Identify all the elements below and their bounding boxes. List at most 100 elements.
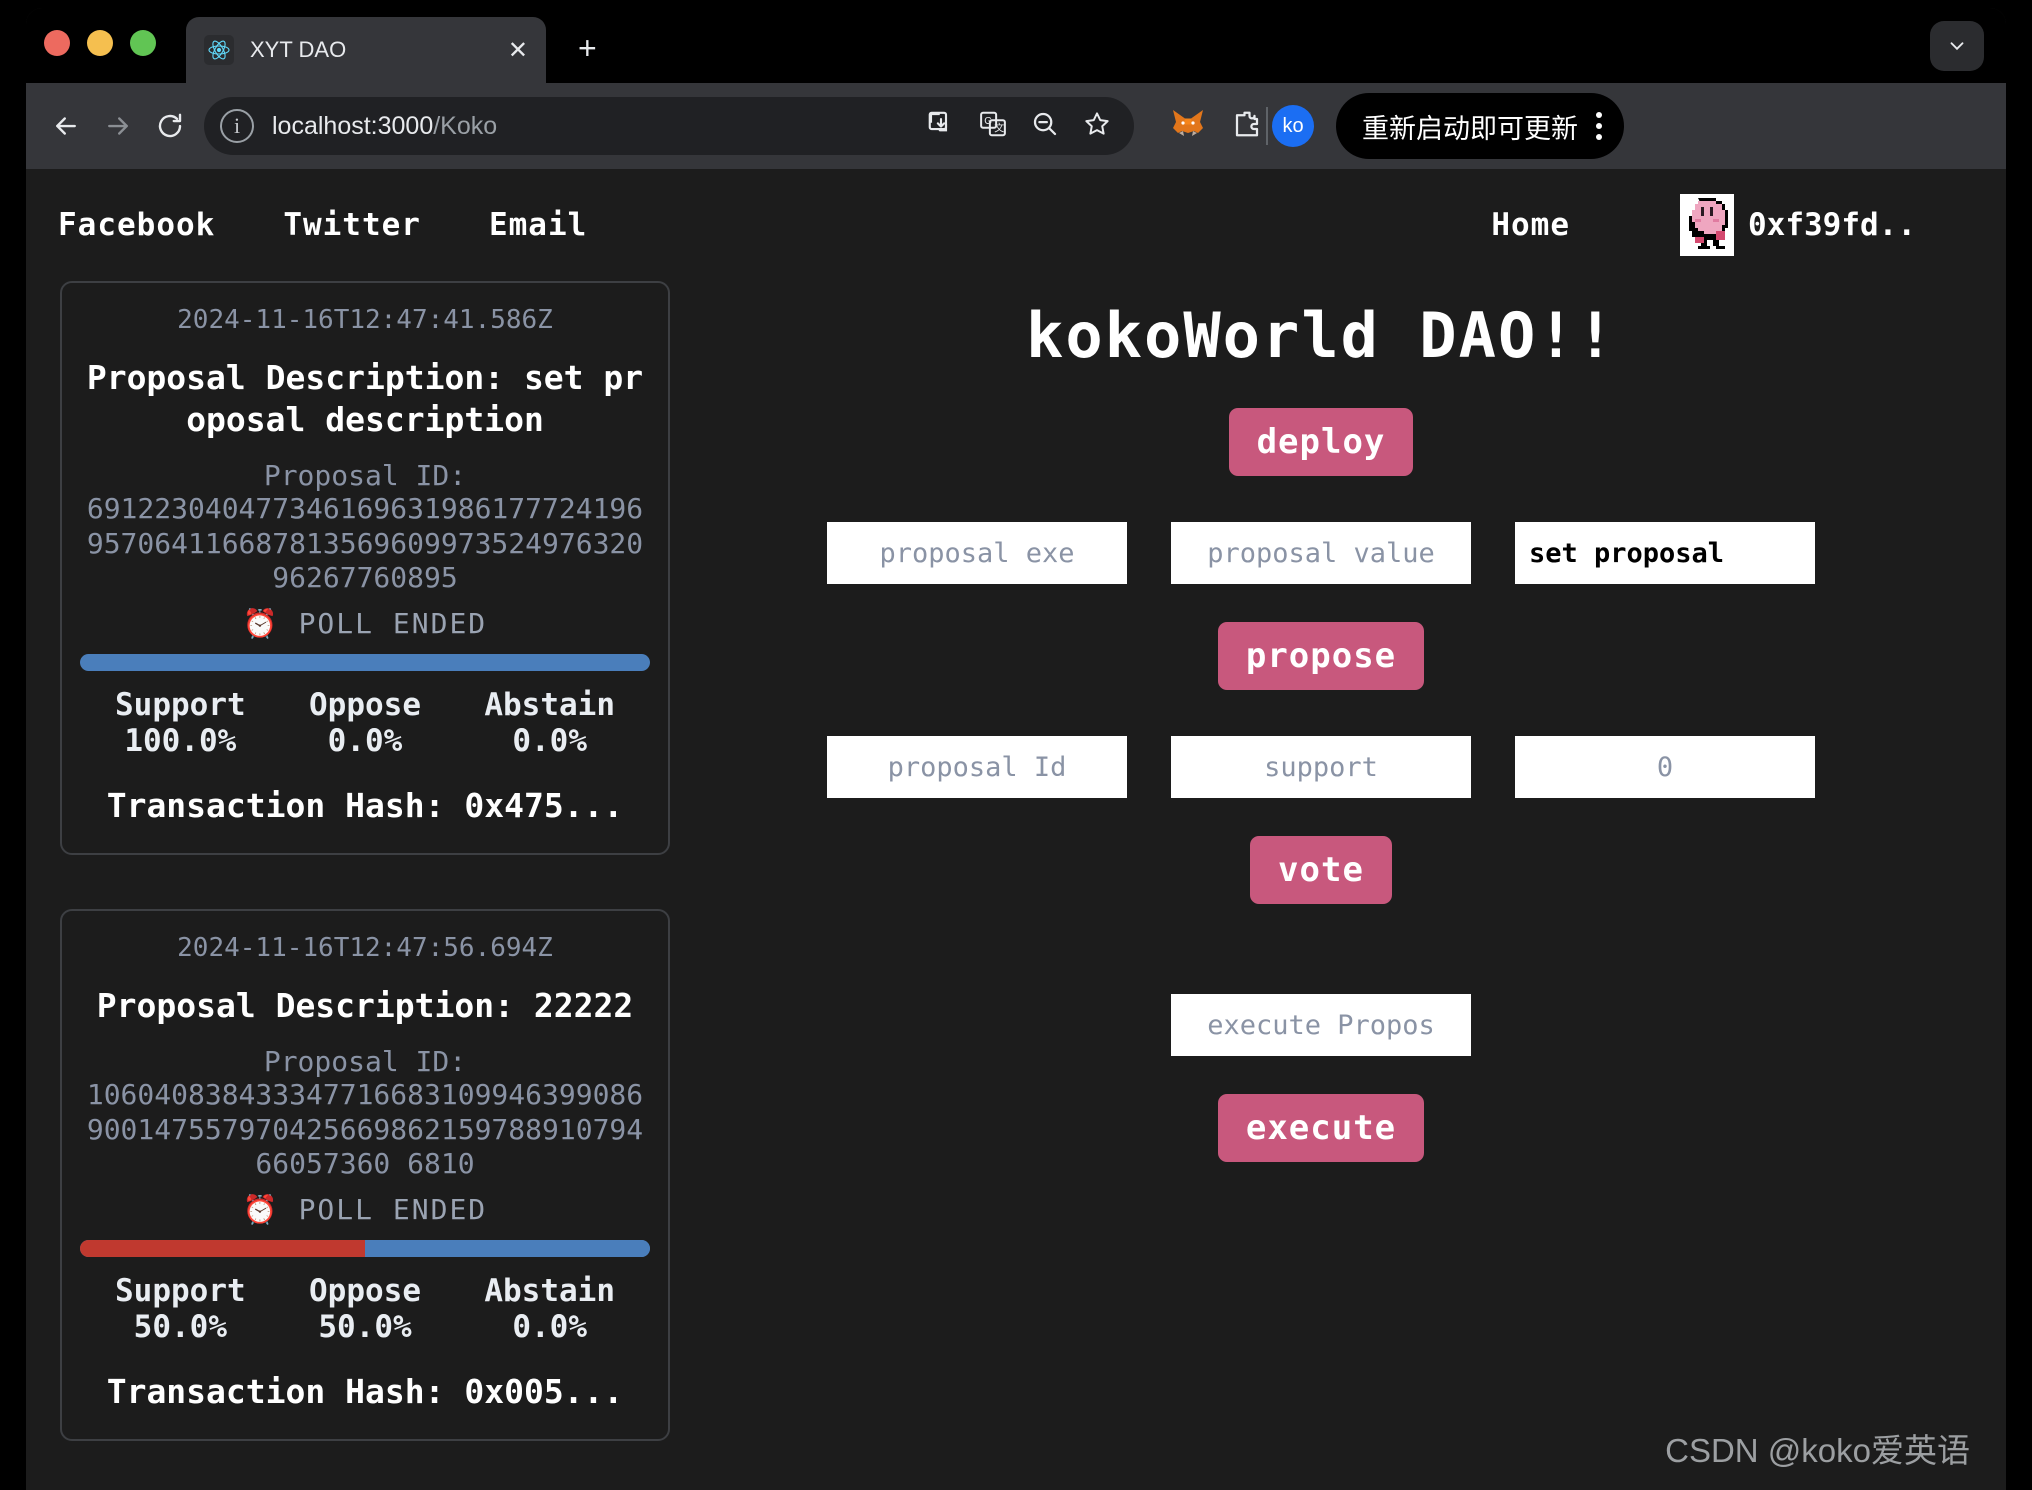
proposal-value-input[interactable]: proposal value xyxy=(1171,522,1471,584)
new-tab-button[interactable]: + xyxy=(578,32,597,64)
nav-right-group: Home 0xf39fd.. xyxy=(1491,194,1916,256)
vote-tally: Support 100.0% Oppose 0.0% Abstain 0.0% xyxy=(80,687,650,759)
deploy-button[interactable]: deploy xyxy=(1228,408,1414,476)
kebab-menu-icon[interactable] xyxy=(1596,112,1602,140)
install-app-icon[interactable] xyxy=(926,109,956,143)
tally-abstain: Abstain 0.0% xyxy=(457,1273,642,1345)
tally-abstain-value: 0.0% xyxy=(512,722,587,759)
tally-oppose-label: Oppose xyxy=(309,686,421,723)
alarm-clock-icon: ⏰ xyxy=(242,1192,280,1226)
tally-support-label: Support xyxy=(115,686,246,723)
bookmark-star-icon[interactable] xyxy=(1082,109,1112,143)
extensions-puzzle-icon[interactable] xyxy=(1232,109,1262,143)
proposal-id-input[interactable]: proposal Id xyxy=(827,736,1127,798)
nav-link-facebook[interactable]: Facebook xyxy=(58,207,215,243)
translate-icon[interactable]: G文 xyxy=(978,109,1008,143)
proposal-description-label: Proposal Description: xyxy=(96,986,514,1026)
dao-panel: kokoWorld DAO!! deploy proposal exe prop… xyxy=(670,281,1972,1490)
proposal-card[interactable]: 2024-11-16T12:47:56.694Z Proposal Descri… xyxy=(60,909,670,1442)
url-path: /Koko xyxy=(433,111,498,140)
close-window-button[interactable] xyxy=(44,30,70,56)
close-icon[interactable]: ✕ xyxy=(508,36,528,65)
tally-abstain-value: 0.0% xyxy=(512,1308,587,1345)
proposal-description-input[interactable]: set proposal xyxy=(1515,522,1815,584)
address-bar-url: localhost:3000/Koko xyxy=(272,112,497,141)
omnibox-actions: G文 xyxy=(926,109,1118,143)
toolbar-divider xyxy=(1266,107,1268,145)
vote-bar-oppose xyxy=(80,1239,365,1257)
nav-link-email[interactable]: Email xyxy=(489,207,587,243)
proposal-id-placeholder: proposal Id xyxy=(887,751,1067,783)
nav-link-home[interactable]: Home xyxy=(1491,207,1570,243)
tally-oppose: Oppose 0.0% xyxy=(273,687,458,759)
metamask-fox-icon[interactable] xyxy=(1170,107,1206,145)
maximize-window-button[interactable] xyxy=(130,30,156,56)
proposal-id-label: Proposal ID: xyxy=(263,1045,467,1079)
zoom-out-icon[interactable] xyxy=(1030,109,1060,143)
react-logo-icon xyxy=(204,35,234,65)
extension-icons xyxy=(1170,107,1262,145)
browser-tab[interactable]: XYT DAO ✕ xyxy=(186,17,546,83)
support-input[interactable]: support xyxy=(1171,736,1471,798)
vote-bar-support xyxy=(80,653,650,671)
address-bar[interactable]: i localhost:3000/Koko G文 xyxy=(204,97,1134,155)
profile-avatar[interactable]: ko xyxy=(1272,105,1314,147)
kirby-avatar-icon xyxy=(1680,194,1735,256)
vote-button[interactable]: vote xyxy=(1250,836,1392,904)
nav-link-twitter[interactable]: Twitter xyxy=(283,207,421,243)
tally-support-value: 100.0% xyxy=(124,722,237,759)
proposal-exe-input[interactable]: proposal exe xyxy=(827,522,1127,584)
poll-status-label: POLL ENDED xyxy=(298,1192,488,1226)
proposal-value-placeholder: proposal value xyxy=(1207,537,1435,569)
url-host: localhost:3000 xyxy=(272,111,434,140)
support-placeholder: support xyxy=(1264,751,1378,783)
tally-oppose-value: 0.0% xyxy=(327,722,403,759)
window-controls xyxy=(44,30,156,56)
vote-amount-input[interactable]: 0 xyxy=(1515,736,1815,798)
tally-abstain: Abstain 0.0% xyxy=(457,687,642,759)
minimize-window-button[interactable] xyxy=(87,30,113,56)
update-button-label: 重新启动即可更新 xyxy=(1362,113,1578,144)
propose-button[interactable]: propose xyxy=(1217,622,1425,690)
tally-support-value: 50.0% xyxy=(133,1308,227,1345)
poll-status-label: POLL ENDED xyxy=(298,606,488,640)
wallet-address: 0xf39fd.. xyxy=(1748,207,1916,243)
vote-field-row: proposal Id support 0 xyxy=(827,736,1815,798)
proposal-id: 1060408384333477166831099463990869001475… xyxy=(86,1078,644,1180)
proposal-description: 22222 xyxy=(533,986,634,1026)
tally-support: Support 50.0% xyxy=(88,1273,273,1345)
tab-title: XYT DAO xyxy=(250,37,347,62)
vote-bar xyxy=(80,1239,650,1257)
vote-amount-placeholder: 0 xyxy=(1656,751,1674,783)
chevron-down-icon[interactable] xyxy=(1930,21,1984,71)
tx-hash-label: Transaction Hash: xyxy=(106,785,445,825)
tally-support-label: Support xyxy=(115,1272,246,1309)
proposal-id: 6912230404773461696319861777241969570641… xyxy=(86,492,644,594)
watermark: CSDN @koko爱英语 xyxy=(1665,1432,1970,1469)
tab-strip: XYT DAO ✕ + xyxy=(26,8,2006,83)
alarm-clock-icon: ⏰ xyxy=(242,606,280,640)
reload-icon[interactable] xyxy=(144,100,196,152)
forward-arrow-icon[interactable] xyxy=(92,100,144,152)
proposal-timestamp: 2024-11-16T12:47:56.694Z xyxy=(177,933,553,964)
tx-hash-label: Transaction Hash: xyxy=(106,1371,445,1411)
vote-tally: Support 50.0% Oppose 50.0% Abstain 0.0% xyxy=(80,1273,650,1345)
execute-proposal-placeholder: execute Propos xyxy=(1207,1009,1435,1041)
tally-oppose-value: 50.0% xyxy=(318,1308,412,1345)
vote-bar-support xyxy=(365,1239,650,1257)
back-arrow-icon[interactable] xyxy=(40,100,92,152)
execute-proposal-input[interactable]: execute Propos xyxy=(1171,994,1471,1056)
execute-button[interactable]: execute xyxy=(1217,1094,1425,1162)
update-button[interactable]: 重新启动即可更新 xyxy=(1336,93,1624,159)
proposal-exe-placeholder: proposal exe xyxy=(879,537,1075,569)
proposal-list: 2024-11-16T12:47:41.586Z Proposal Descri… xyxy=(60,281,670,1490)
info-circle-icon[interactable]: i xyxy=(220,109,254,143)
tally-abstain-label: Abstain xyxy=(484,1272,615,1309)
svg-text:文: 文 xyxy=(994,122,1004,135)
wallet-chip[interactable]: 0xf39fd.. xyxy=(1680,194,1916,256)
tx-hash-value: 0x005... xyxy=(464,1371,624,1411)
browser-window: XYT DAO ✕ + i localhost:3000/Koko G 文 ko… xyxy=(26,8,2006,1490)
poll-status: ⏰ POLL ENDED xyxy=(80,1193,650,1226)
proposal-card[interactable]: 2024-11-16T12:47:41.586Z Proposal Descri… xyxy=(60,281,670,856)
vote-bar xyxy=(80,653,650,671)
